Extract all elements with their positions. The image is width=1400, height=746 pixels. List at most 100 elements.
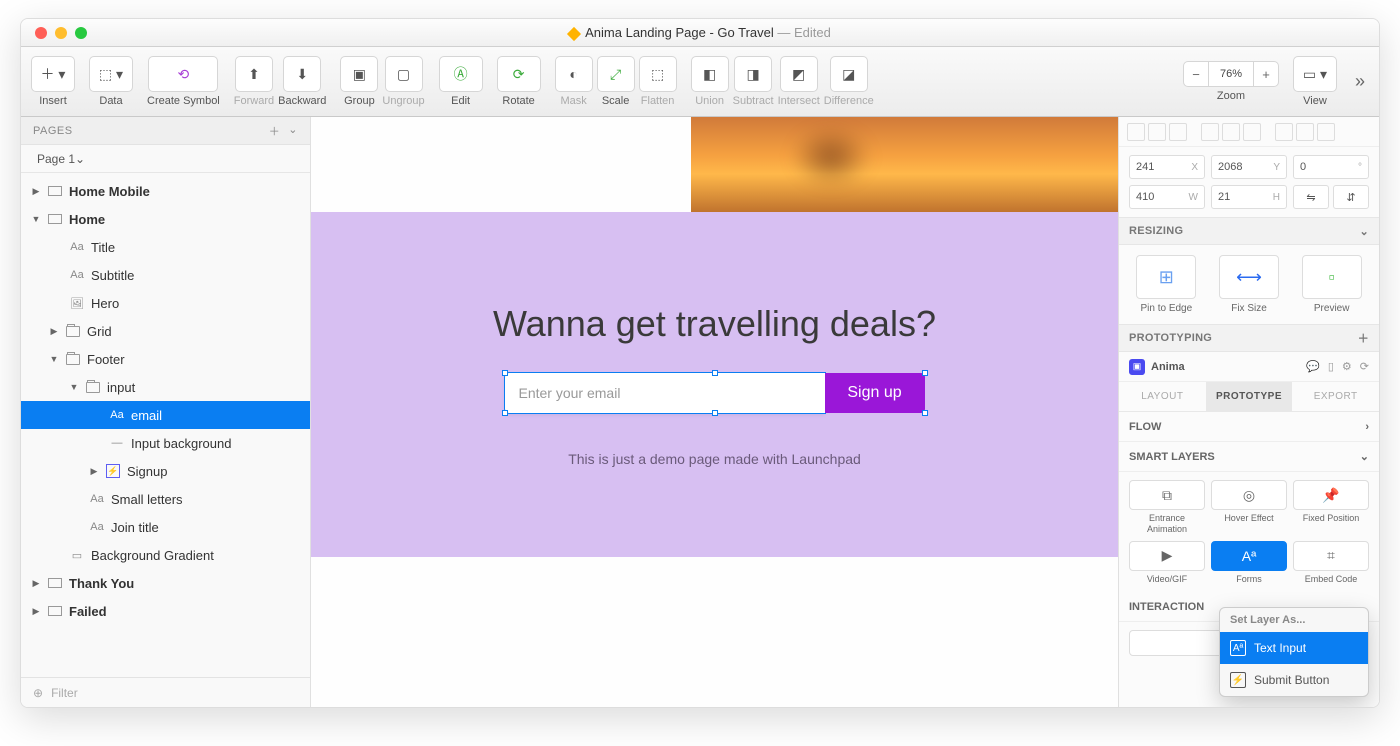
flatten-button[interactable]: ⬚ [639, 56, 677, 92]
layer-signup[interactable]: ▶⚡Signup [21, 457, 310, 485]
panel-icon[interactable]: ▯ [1328, 360, 1334, 373]
entrance-animation-button[interactable]: ⧉ [1129, 480, 1205, 510]
x-field[interactable]: 241X [1129, 155, 1205, 179]
video-gif-button[interactable]: ▶ [1129, 541, 1205, 571]
layer-bg-gradient[interactable]: ▭Background Gradient [21, 541, 310, 569]
zoom-control[interactable]: − 76% + [1183, 61, 1279, 87]
signup-button[interactable]: Sign up [825, 373, 925, 413]
y-field[interactable]: 2068Y [1211, 155, 1287, 179]
resizing-header[interactable]: RESIZING⌄ [1119, 217, 1379, 245]
footer-section: Wanna get travelling deals? Enter your e… [311, 212, 1118, 557]
pages-header: PAGES ＋⌄ [21, 117, 310, 145]
canvas[interactable]: Wanna get travelling deals? Enter your e… [311, 117, 1119, 707]
layer-input-bg[interactable]: —Input background [21, 429, 310, 457]
distribute-h-button[interactable] [1275, 123, 1293, 141]
smart-layers-panel[interactable]: SMART LAYERS⌄ [1119, 442, 1379, 472]
layer-grid[interactable]: ▶Grid [21, 317, 310, 345]
flow-panel[interactable]: FLOW› [1119, 412, 1379, 442]
hero-image [691, 117, 1118, 212]
layer-thank-you[interactable]: ▶Thank You [21, 569, 310, 597]
distribute-spacing-button[interactable] [1317, 123, 1335, 141]
zoom-in-button[interactable]: + [1253, 61, 1279, 87]
difference-button[interactable]: ◪ [830, 56, 868, 92]
anima-icon: ▣ [1129, 359, 1145, 375]
width-field[interactable]: 410W [1129, 185, 1205, 209]
align-right-button[interactable] [1169, 123, 1187, 141]
gear-icon[interactable]: ⚙ [1342, 360, 1352, 373]
union-button[interactable]: ◧ [691, 56, 729, 92]
layer-small-letters[interactable]: AaSmall letters [21, 485, 310, 513]
embed-code-button[interactable]: ⌗ [1293, 541, 1369, 571]
intersect-button[interactable]: ◩ [780, 56, 818, 92]
titlebar: Anima Landing Page - Go Travel — Edited [21, 19, 1379, 47]
prototyping-header[interactable]: PROTOTYPING＋ [1119, 324, 1379, 352]
minimize-window-button[interactable] [55, 27, 67, 39]
create-symbol-button[interactable]: ⟲ [148, 56, 218, 92]
insert-button[interactable]: ＋ ▾ [31, 56, 75, 92]
layer-email[interactable]: Aaemail [21, 401, 310, 429]
mask-button[interactable]: ◐ [555, 56, 593, 92]
zoom-out-button[interactable]: − [1183, 61, 1209, 87]
fixed-position-button[interactable]: 📌 [1293, 480, 1369, 510]
height-field[interactable]: 21H [1211, 185, 1287, 209]
align-hcenter-button[interactable] [1148, 123, 1166, 141]
rotation-field[interactable]: 0° [1293, 155, 1369, 179]
forms-button[interactable]: Aª [1211, 541, 1287, 571]
forward-button[interactable]: ⬆ [235, 56, 273, 92]
layer-hero[interactable]: 🖼Hero [21, 289, 310, 317]
group-button[interactable]: ▣ [340, 56, 378, 92]
layer-join-title[interactable]: AaJoin title [21, 513, 310, 541]
popup-header: Set Layer As... [1220, 608, 1368, 632]
filter-row[interactable]: ⊕ Filter [21, 677, 310, 707]
create-symbol-label: Create Symbol [147, 95, 220, 107]
tab-prototype[interactable]: PROTOTYPE [1206, 382, 1293, 411]
tab-export[interactable]: EXPORT [1292, 382, 1379, 411]
layer-home[interactable]: ▼Home [21, 205, 310, 233]
tab-layout[interactable]: LAYOUT [1119, 382, 1206, 411]
maximize-window-button[interactable] [75, 27, 87, 39]
layer-home-mobile[interactable]: ▶Home Mobile [21, 177, 310, 205]
backward-button[interactable]: ⬇ [283, 56, 321, 92]
scale-button[interactable]: ⤢ [597, 56, 635, 92]
add-page-icon[interactable]: ＋ [269, 123, 281, 139]
sync-icon[interactable]: ⟳ [1360, 360, 1369, 373]
fix-size-button[interactable]: ⟷ [1219, 255, 1279, 299]
set-layer-as-popup: Set Layer As... AªText Input ⚡Submit But… [1219, 607, 1369, 697]
demo-note: This is just a demo page made with Launc… [568, 451, 861, 467]
popup-text-input[interactable]: AªText Input [1220, 632, 1368, 664]
layer-failed[interactable]: ▶Failed [21, 597, 310, 625]
layer-input[interactable]: ▼input [21, 373, 310, 401]
view-button[interactable]: ▭ ▾ [1293, 56, 1337, 92]
flip-h-button[interactable]: ⇋ [1293, 185, 1329, 209]
layer-title[interactable]: AaTitle [21, 233, 310, 261]
ungroup-button[interactable]: ▢ [385, 56, 423, 92]
subtract-button[interactable]: ◨ [734, 56, 772, 92]
layers-sidebar: PAGES ＋⌄ Page 1 ⌄ ▶Home Mobile ▼Home AaT… [21, 117, 311, 707]
align-bottom-button[interactable] [1243, 123, 1261, 141]
popup-submit-button[interactable]: ⚡Submit Button [1220, 664, 1368, 696]
email-input[interactable]: Enter your email [505, 373, 825, 413]
close-window-button[interactable] [35, 27, 47, 39]
toolbar: ＋ ▾ Insert ⬚ ▾ Data ⟲ Create Symbol ⬆For… [21, 47, 1379, 117]
distribute-v-button[interactable] [1296, 123, 1314, 141]
align-vcenter-button[interactable] [1222, 123, 1240, 141]
hover-effect-button[interactable]: ◎ [1211, 480, 1287, 510]
toolbar-overflow-icon[interactable]: » [1351, 71, 1369, 92]
align-left-button[interactable] [1127, 123, 1145, 141]
chat-icon[interactable]: 💬 [1306, 360, 1320, 373]
edit-button[interactable]: Ⓐ [439, 56, 483, 92]
inspector: 241X 2068Y 0° 410W 21H ⇋ ⇵ RESIZING⌄ ⊞Pi… [1119, 117, 1379, 707]
rotate-button[interactable]: ⟳ [497, 56, 541, 92]
layer-subtitle[interactable]: AaSubtitle [21, 261, 310, 289]
filter-icon: ⊕ [33, 686, 43, 700]
pin-to-edge-button[interactable]: ⊞ [1136, 255, 1196, 299]
flip-v-button[interactable]: ⇵ [1333, 185, 1369, 209]
resize-preview-button[interactable]: ▫ [1302, 255, 1362, 299]
anima-plugin-row[interactable]: ▣ Anima 💬 ▯ ⚙ ⟳ [1119, 352, 1379, 382]
layer-footer[interactable]: ▼Footer [21, 345, 310, 373]
page-selector[interactable]: Page 1 ⌄ [21, 145, 310, 173]
data-button[interactable]: ⬚ ▾ [89, 56, 133, 92]
filter-placeholder: Filter [51, 686, 78, 700]
align-top-button[interactable] [1201, 123, 1219, 141]
pages-chevron-icon[interactable]: ⌄ [288, 123, 298, 139]
